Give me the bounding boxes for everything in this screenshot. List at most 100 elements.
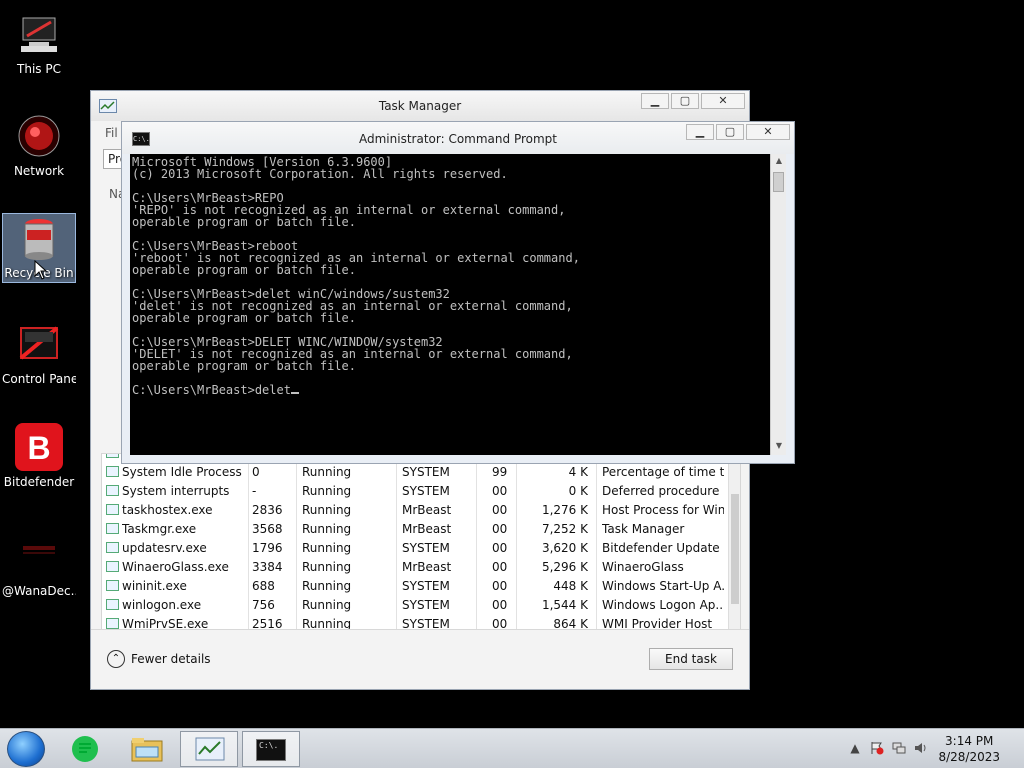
- desktop-icon-bitdefender[interactable]: B Bitdefender: [2, 423, 76, 489]
- console-line: operable program or batch file.: [132, 359, 356, 373]
- process-description: Windows Logon Ap...: [602, 598, 724, 612]
- table-row[interactable]: updatesrv.exe 1796 Running SYSTEM 00 3,620 K B…: [102, 539, 730, 558]
- process-icon: [106, 599, 119, 610]
- maximize-button[interactable]: ▢: [671, 93, 699, 109]
- end-task-button[interactable]: End task: [649, 648, 733, 670]
- process-status: Running: [302, 579, 352, 593]
- taskbar-app-notes[interactable]: [56, 731, 114, 767]
- process-user: SYSTEM: [402, 484, 450, 498]
- start-button[interactable]: [7, 731, 45, 767]
- console-prompt-line[interactable]: C:\Users\MrBeast>delet: [132, 384, 768, 396]
- console-input[interactable]: C:\Users\MrBeast>delet: [132, 383, 291, 397]
- process-icon: [106, 466, 119, 477]
- bitdefender-icon: B: [15, 423, 63, 471]
- network-status-icon[interactable]: [892, 741, 906, 755]
- process-memory: 5,296 K: [541, 560, 588, 574]
- process-name: WinaeroGlass.exe: [122, 560, 229, 574]
- taskbar: C:\. ▲ 3:14 PM 8/28/2023: [0, 728, 1024, 768]
- process-description: Percentage of time t...: [602, 465, 724, 479]
- process-cpu: 00: [492, 560, 508, 574]
- process-memory: 1,544 K: [541, 598, 588, 612]
- task-manager-titlebar[interactable]: Task Manager ▁ ▢ ✕: [91, 91, 749, 121]
- close-button[interactable]: ✕: [746, 124, 790, 140]
- desktop-icon-label: This PC: [17, 62, 61, 76]
- process-name: System interrupts: [122, 484, 230, 498]
- process-memory: 1,276 K: [541, 503, 588, 517]
- process-name: Taskmgr.exe: [122, 522, 197, 536]
- process-icon: [106, 542, 119, 553]
- clock[interactable]: 3:14 PM 8/28/2023: [938, 733, 1000, 765]
- scrollbar-thumb[interactable]: [773, 172, 784, 192]
- maximize-button[interactable]: ▢: [716, 124, 744, 140]
- process-description: Task Manager: [602, 522, 685, 536]
- console-scrollbar[interactable]: ▲ ▼: [770, 154, 786, 455]
- process-icon: [106, 523, 119, 534]
- mouse-pointer-icon: [34, 260, 48, 280]
- notes-app-icon: [72, 736, 98, 762]
- close-button[interactable]: ✕: [701, 93, 745, 109]
- process-cpu: 00: [492, 579, 508, 593]
- cmd-titlebar[interactable]: C:\. Administrator: Command Prompt ▁ ▢ ✕: [122, 122, 794, 154]
- process-icon: [106, 485, 119, 496]
- task-manager-footer: ⌃ Fewer details End task: [91, 629, 749, 689]
- process-description: Bitdefender Update ...: [602, 541, 724, 555]
- chevron-up-icon: ⌃: [107, 650, 125, 668]
- desktop-icon-network[interactable]: Network: [2, 112, 76, 178]
- table-row[interactable]: winlogon.exe 756 Running SYSTEM 00 1,544 K Win…: [102, 596, 730, 615]
- taskbar-app-task-manager[interactable]: [180, 731, 238, 767]
- process-icon: [106, 504, 119, 515]
- process-pid: 756: [252, 598, 275, 612]
- process-list-scrollbar[interactable]: [728, 454, 740, 632]
- process-user: MrBeast: [402, 560, 452, 574]
- process-pid: 3568: [252, 522, 283, 536]
- process-status: Running: [302, 598, 352, 612]
- console-line: operable program or batch file.: [132, 263, 356, 277]
- desktop-icon-label: Bitdefender: [3, 475, 75, 489]
- scrollbar-thumb[interactable]: [731, 494, 739, 604]
- process-description: Host Process for Win...: [602, 503, 724, 517]
- table-row[interactable]: System interrupts - Running SYSTEM 00 0 K Defe…: [102, 482, 730, 501]
- desktop-icon-control-panel[interactable]: Control Panel: [2, 320, 76, 386]
- console-output[interactable]: Microsoft Windows [Version 6.3.9600] (c) …: [130, 154, 770, 455]
- table-row[interactable]: wininit.exe 688 Running SYSTEM 00 448 K Window…: [102, 577, 730, 596]
- process-memory: 0 K: [568, 484, 588, 498]
- process-status: Running: [302, 541, 352, 555]
- scroll-up-arrow-icon[interactable]: ▲: [773, 156, 785, 168]
- process-memory: 3,620 K: [541, 541, 588, 555]
- table-row[interactable]: Taskmgr.exe 3568 Running MrBeast 00 7,252 K Ta…: [102, 520, 730, 539]
- clock-time: 3:14 PM: [945, 734, 994, 748]
- minimize-button[interactable]: ▁: [686, 124, 714, 140]
- volume-icon[interactable]: [914, 741, 928, 755]
- process-cpu: 00: [492, 522, 508, 536]
- process-status: Running: [302, 484, 352, 498]
- clock-date: 8/28/2023: [938, 750, 1000, 764]
- command-prompt-window[interactable]: C:\. Administrator: Command Prompt ▁ ▢ ✕…: [121, 121, 795, 464]
- process-name: System Idle Process: [122, 465, 242, 479]
- taskbar-app-command-prompt[interactable]: C:\.: [242, 731, 300, 767]
- desktop-icon-wanadecryptor[interactable]: @WanaDec...: [2, 532, 76, 598]
- desktop-icon-label: @WanaDec...: [2, 584, 76, 598]
- process-cpu: 00: [492, 598, 508, 612]
- fewer-details-button[interactable]: ⌃ Fewer details: [107, 650, 211, 668]
- table-row[interactable]: WinaeroGlass.exe 3384 Running MrBeast 00 5,29…: [102, 558, 730, 577]
- console-line: operable program or batch file.: [132, 215, 356, 229]
- desktop-icon-this-pc[interactable]: This PC: [2, 10, 76, 76]
- minimize-button[interactable]: ▁: [641, 93, 669, 109]
- scroll-down-arrow-icon[interactable]: ▼: [773, 441, 785, 453]
- process-user: SYSTEM: [402, 465, 450, 479]
- show-hidden-icons-icon[interactable]: ▲: [848, 741, 862, 755]
- process-icon: [106, 580, 119, 591]
- taskbar-app-file-explorer[interactable]: [118, 731, 176, 767]
- text-cursor: [290, 392, 299, 394]
- menu-file[interactable]: Fil: [105, 126, 118, 140]
- process-pid: 688: [252, 579, 275, 593]
- table-row[interactable]: taskhostex.exe 2836 Running MrBeast 00 1,276 …: [102, 501, 730, 520]
- process-memory: 448 K: [553, 579, 588, 593]
- process-status: Running: [302, 560, 352, 574]
- process-list[interactable]: System4RunningSYSTEM00160 KNT Kernel & S…: [101, 453, 741, 633]
- control-panel-icon: [15, 320, 63, 368]
- svg-text:B: B: [27, 430, 50, 466]
- process-cpu: 00: [492, 484, 508, 498]
- action-center-flag-icon[interactable]: [870, 741, 884, 755]
- table-row[interactable]: System Idle Process 0 Running SYSTEM 99 4 K Pe…: [102, 463, 730, 482]
